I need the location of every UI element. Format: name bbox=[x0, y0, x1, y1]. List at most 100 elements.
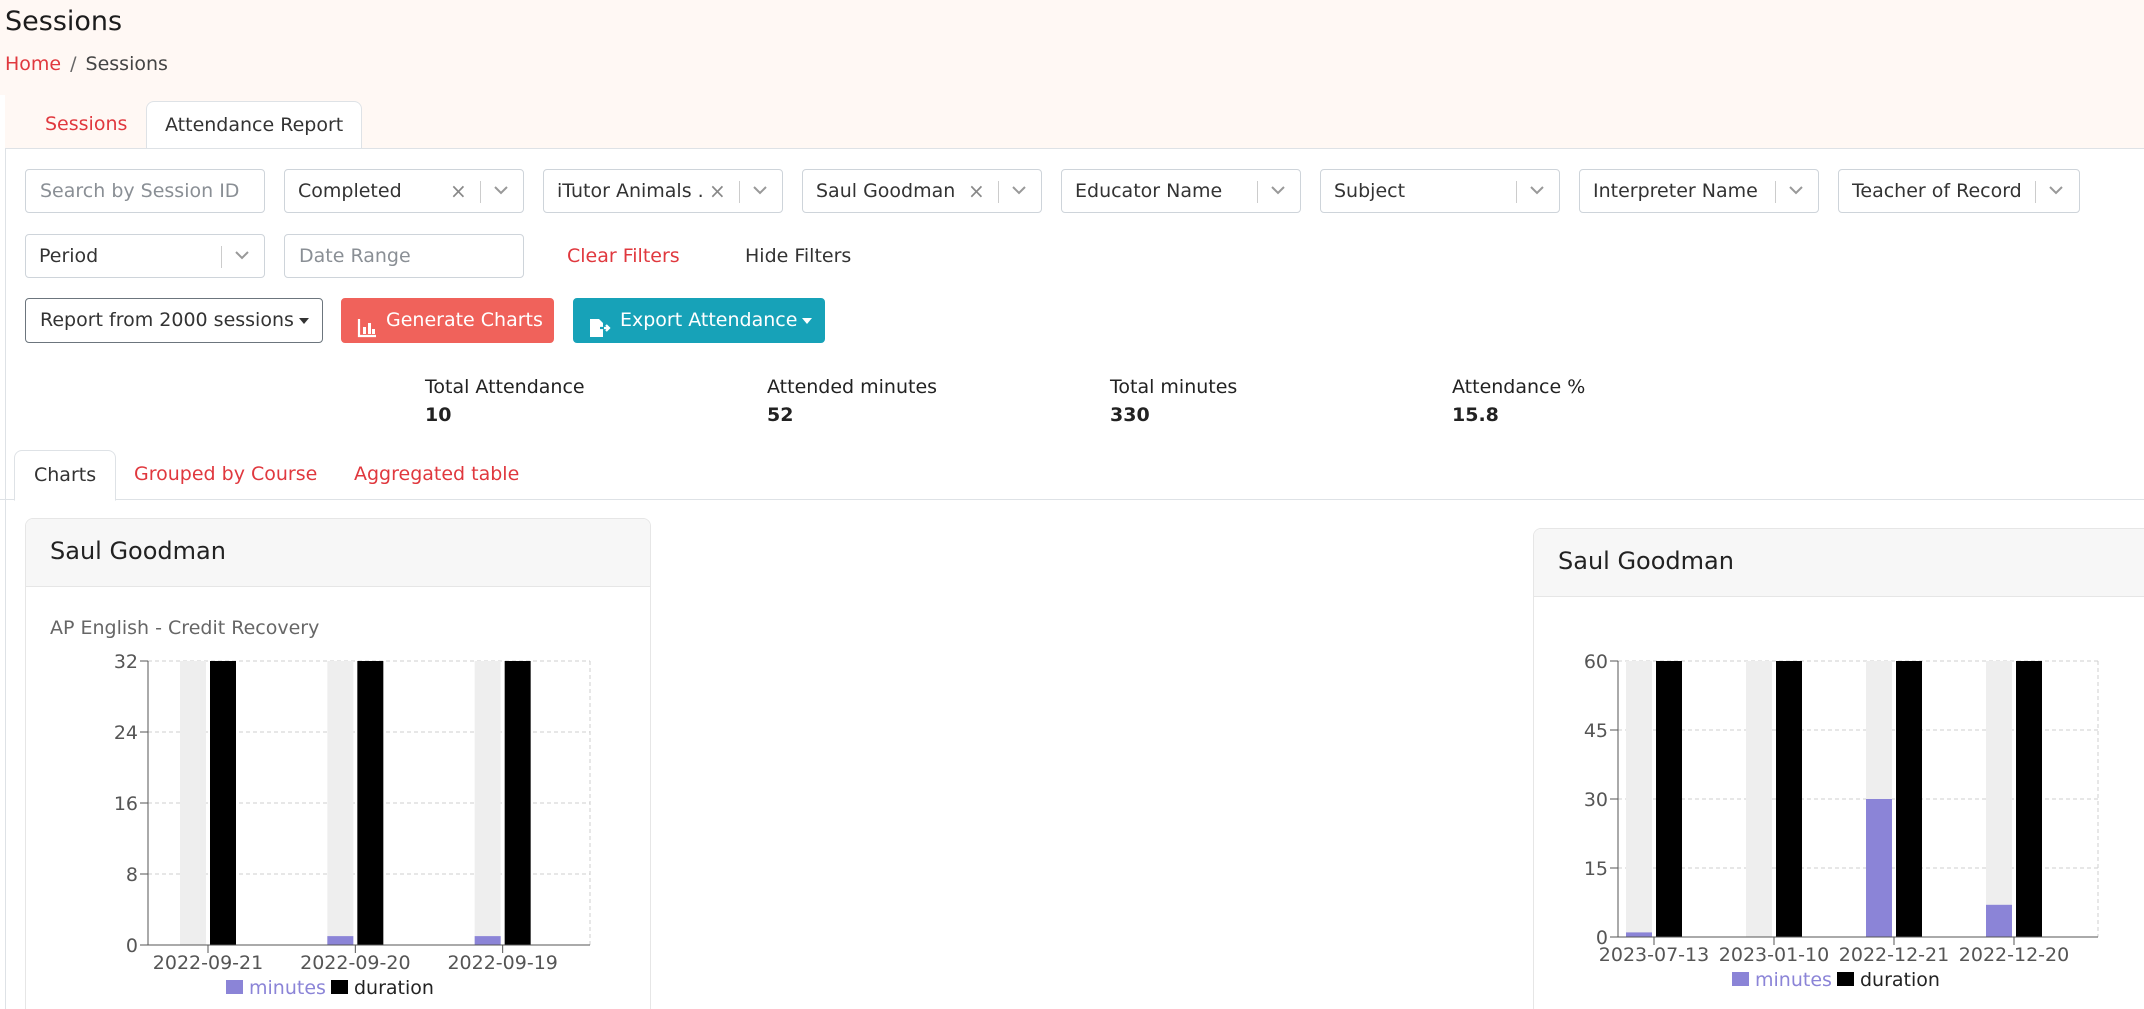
x-tick-label: 2022-12-20 bbox=[1959, 944, 2069, 966]
caret-down-icon bbox=[298, 317, 309, 324]
legend-label-minutes: minutes bbox=[1755, 969, 1832, 991]
x-tick-label: 2022-12-21 bbox=[1839, 944, 1949, 966]
teacher-select[interactable]: Teacher of Record bbox=[1838, 169, 2080, 213]
generate-charts-label: Generate Charts bbox=[386, 309, 543, 331]
x-tick-label: 2023-07-13 bbox=[1599, 944, 1709, 966]
generate-charts-button[interactable]: Generate Charts bbox=[341, 298, 554, 343]
y-tick-label: 30 bbox=[1584, 789, 1608, 811]
person-select-value: Saul Goodman bbox=[816, 180, 956, 202]
x-tick-label: 2022-09-20 bbox=[300, 952, 410, 974]
y-tick-label: 24 bbox=[114, 722, 138, 744]
status-select[interactable]: Completed × bbox=[284, 169, 524, 213]
legend-label-duration: duration bbox=[1860, 969, 1940, 991]
report-sessions-dropdown[interactable]: Report from 2000 sessions bbox=[25, 298, 323, 343]
bar-duration bbox=[357, 661, 384, 945]
chevron-down-icon[interactable] bbox=[486, 170, 516, 212]
x-tick-label: 2022-09-21 bbox=[153, 952, 263, 974]
period-select[interactable]: Period bbox=[25, 234, 265, 278]
teacher-select-placeholder: Teacher of Record bbox=[1852, 180, 2022, 202]
course-clear-icon[interactable]: × bbox=[709, 170, 726, 212]
bar-duration bbox=[504, 661, 531, 945]
attendance-bar-chart: AP English - Credit Recovery 0 8 16 24 32 202… bbox=[50, 617, 591, 999]
chevron-down-icon[interactable] bbox=[1522, 170, 1552, 212]
select-divider bbox=[480, 181, 481, 203]
bar-background bbox=[474, 661, 501, 945]
educator-select[interactable]: Educator Name bbox=[1061, 169, 1301, 213]
select-divider bbox=[739, 181, 740, 203]
hide-filters-button[interactable]: Hide Filters bbox=[745, 234, 851, 278]
y-tick-label: 60 bbox=[1584, 651, 1608, 673]
subject-select[interactable]: Subject bbox=[1320, 169, 1560, 213]
chevron-down-icon[interactable] bbox=[745, 170, 775, 212]
select-divider bbox=[1775, 181, 1776, 203]
breadcrumb-separator: / bbox=[70, 53, 77, 75]
stat-label: Attendance % bbox=[1452, 376, 1586, 398]
status-clear-icon[interactable]: × bbox=[450, 170, 467, 212]
interpreter-select-placeholder: Interpreter Name bbox=[1593, 180, 1758, 202]
y-tick-label: 45 bbox=[1584, 720, 1608, 742]
tab-grouped-by-course[interactable]: Grouped by Course bbox=[115, 450, 336, 500]
y-tick-label: 16 bbox=[114, 793, 138, 815]
chevron-down-icon[interactable] bbox=[1781, 170, 1811, 212]
breadcrumb-home-link[interactable]: Home bbox=[5, 53, 61, 75]
chart-title: Saul Goodman bbox=[1558, 547, 1734, 575]
select-divider bbox=[2035, 181, 2036, 203]
legend-swatch-minutes bbox=[1732, 972, 1749, 986]
stat-total-attendance: Total Attendance 10 bbox=[425, 376, 585, 426]
x-tick-label: 2023-01-10 bbox=[1719, 944, 1829, 966]
chevron-down-icon[interactable] bbox=[227, 235, 257, 277]
person-clear-icon[interactable]: × bbox=[968, 170, 985, 212]
tab-sessions[interactable]: Sessions bbox=[27, 101, 145, 150]
legend-swatch-minutes bbox=[226, 980, 243, 994]
report-sub-tabs: Charts Grouped by Course Aggregated tabl… bbox=[0, 450, 2144, 501]
bar-background bbox=[327, 661, 354, 945]
person-select[interactable]: Saul Goodman × bbox=[802, 169, 1042, 213]
stat-label: Total Attendance bbox=[425, 376, 585, 398]
stat-value: 52 bbox=[767, 404, 794, 426]
chart-card: Saul Goodman AP English - Credit Recover… bbox=[25, 518, 651, 1009]
course-select[interactable]: iTutor Animals ... × bbox=[543, 169, 783, 213]
tab-attendance-report[interactable]: Attendance Report bbox=[146, 101, 363, 150]
tab-aggregated-table[interactable]: Aggregated table bbox=[335, 450, 538, 500]
select-divider bbox=[1516, 181, 1517, 203]
stat-label: Total minutes bbox=[1110, 376, 1238, 398]
legend-swatch-duration bbox=[331, 980, 348, 994]
export-attendance-label: Export Attendance bbox=[620, 309, 798, 331]
chevron-down-icon[interactable] bbox=[1004, 170, 1034, 212]
interpreter-select[interactable]: Interpreter Name bbox=[1579, 169, 1819, 213]
status-select-value: Completed bbox=[298, 180, 402, 202]
y-tick-label: 8 bbox=[126, 864, 138, 886]
bar-duration bbox=[2016, 661, 2042, 937]
bar-minutes bbox=[1626, 932, 1652, 937]
bar-minutes bbox=[327, 936, 354, 945]
chevron-down-icon[interactable] bbox=[1263, 170, 1293, 212]
course-select-value: iTutor Animals ... bbox=[557, 180, 702, 202]
stat-value: 15.8 bbox=[1452, 404, 1499, 426]
x-tick-label: 2022-09-19 bbox=[447, 952, 557, 974]
y-tick-label: 32 bbox=[114, 651, 138, 673]
stat-attended-minutes: Attended minutes 52 bbox=[767, 376, 937, 426]
main-tabs: Sessions Attendance Report bbox=[5, 95, 2144, 150]
caret-down-icon bbox=[802, 317, 813, 324]
clear-filters-button[interactable]: Clear Filters bbox=[567, 234, 680, 278]
chevron-down-icon[interactable] bbox=[2041, 170, 2071, 212]
page-title: Sessions bbox=[5, 6, 123, 37]
export-attendance-dropdown[interactable]: Export Attendance bbox=[573, 298, 825, 343]
file-export-icon bbox=[589, 311, 611, 354]
breadcrumb: Home / Sessions bbox=[5, 53, 168, 75]
bar-chart-icon bbox=[357, 311, 377, 354]
stat-attendance-percent: Attendance % 15.8 bbox=[1452, 376, 1585, 426]
stat-value: 330 bbox=[1110, 404, 1150, 426]
bar-duration bbox=[1656, 661, 1682, 937]
report-sessions-label: Report from 2000 sessions bbox=[40, 309, 294, 331]
bar-duration bbox=[210, 661, 236, 945]
date-range-input[interactable] bbox=[284, 234, 524, 278]
period-select-placeholder: Period bbox=[39, 245, 99, 267]
tab-charts[interactable]: Charts bbox=[14, 450, 117, 501]
bar-minutes bbox=[1986, 904, 2012, 937]
chart-card: Saul Goodman 0 15 30 45 60 2023-07-13 2023-01-… bbox=[1533, 528, 2144, 1009]
breadcrumb-current: Sessions bbox=[85, 53, 168, 75]
chart-subtitle: AP English - Credit Recovery bbox=[50, 617, 319, 639]
session-id-search-input[interactable] bbox=[25, 169, 265, 213]
educator-select-placeholder: Educator Name bbox=[1075, 180, 1223, 202]
